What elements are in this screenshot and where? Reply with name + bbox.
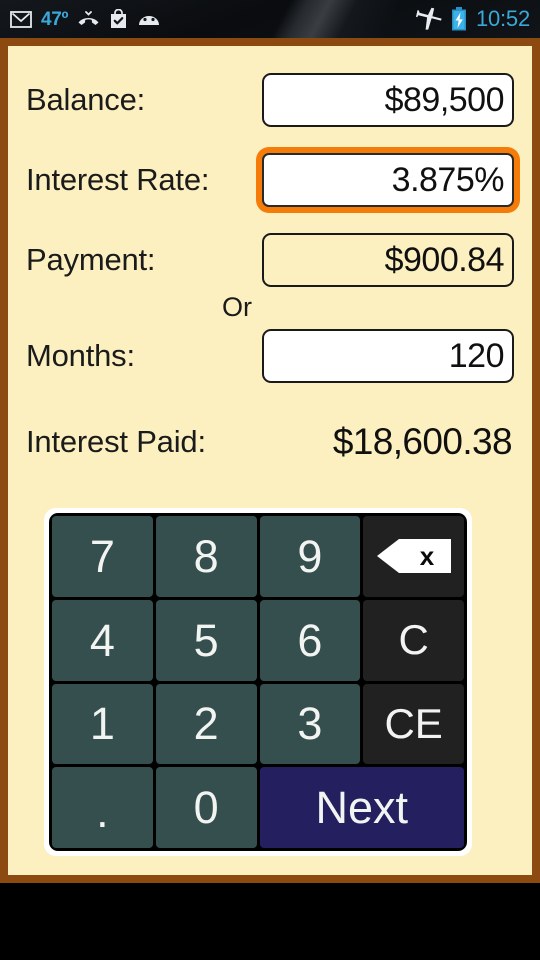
interest-paid-value: $18,600.38 — [332, 421, 513, 462]
status-temperature: 47º — [41, 8, 69, 30]
status-bar-right-group: 10:52 — [415, 6, 530, 31]
row-payment: Payment: $900.84 — [26, 220, 514, 300]
or-separator-label: Or — [222, 291, 252, 322]
key-ce[interactable]: CE — [363, 683, 464, 765]
payment-input[interactable]: $900.84 — [262, 233, 514, 287]
key-next[interactable]: Next — [259, 767, 464, 848]
key-0[interactable]: 0 — [155, 767, 257, 848]
row-interest-rate: Interest Rate: 3.875% — [26, 140, 514, 220]
payment-label: Payment: — [26, 242, 156, 277]
balance-label: Balance: — [26, 82, 146, 117]
key-4[interactable]: 4 — [52, 599, 153, 681]
key-backspace[interactable]: x — [363, 516, 464, 597]
key-5[interactable]: 5 — [155, 599, 257, 681]
key-2[interactable]: 2 — [155, 683, 257, 765]
gmail-icon — [10, 10, 32, 28]
airplane-mode-icon — [415, 7, 442, 31]
months-label: Months: — [26, 338, 135, 373]
app-frame: Balance: $89,500 Interest Rate: 3.875% P… — [0, 38, 540, 883]
interest-rate-label: Interest Rate: — [26, 162, 210, 197]
status-bar-left-group: 47º — [10, 9, 161, 29]
phone-screen: 47º 10:52 Balance: $89,500 Interest Rate… — [0, 0, 540, 960]
battery-charging-icon — [451, 7, 467, 31]
missed-call-icon — [77, 10, 100, 28]
key-6[interactable]: 6 — [259, 599, 361, 681]
key-3[interactable]: 3 — [259, 683, 361, 765]
row-balance: Balance: $89,500 — [26, 60, 514, 140]
loan-calculator-form: Balance: $89,500 Interest Rate: 3.875% P… — [8, 46, 532, 875]
row-months: Months: 120 — [26, 316, 514, 396]
months-input[interactable]: 120 — [262, 329, 514, 383]
play-store-icon — [109, 9, 128, 29]
backspace-icon: x — [376, 539, 451, 574]
numeric-keypad: 7 8 9 x 4 5 6 C 1 2 3 CE. 0 Next — [49, 513, 467, 851]
key-c[interactable]: C — [363, 599, 464, 681]
row-interest-paid: Interest Paid: $18,600.38 — [26, 396, 514, 482]
android-icon — [137, 12, 161, 27]
key-1[interactable]: 1 — [52, 683, 153, 765]
key-decimal-point[interactable]: . — [52, 767, 153, 848]
key-7[interactable]: 7 — [52, 516, 153, 597]
balance-input[interactable]: $89,500 — [262, 73, 514, 127]
status-bar: 47º 10:52 — [0, 0, 540, 38]
key-9[interactable]: 9 — [259, 516, 361, 597]
interest-rate-input[interactable]: 3.875% — [262, 153, 514, 207]
status-clock: 10:52 — [475, 6, 530, 31]
key-8[interactable]: 8 — [155, 516, 257, 597]
svg-text:x: x — [419, 541, 434, 571]
keypad-frame: 7 8 9 x 4 5 6 C 1 2 3 CE. 0 Next — [44, 508, 472, 856]
interest-paid-label: Interest Paid: — [26, 424, 206, 459]
